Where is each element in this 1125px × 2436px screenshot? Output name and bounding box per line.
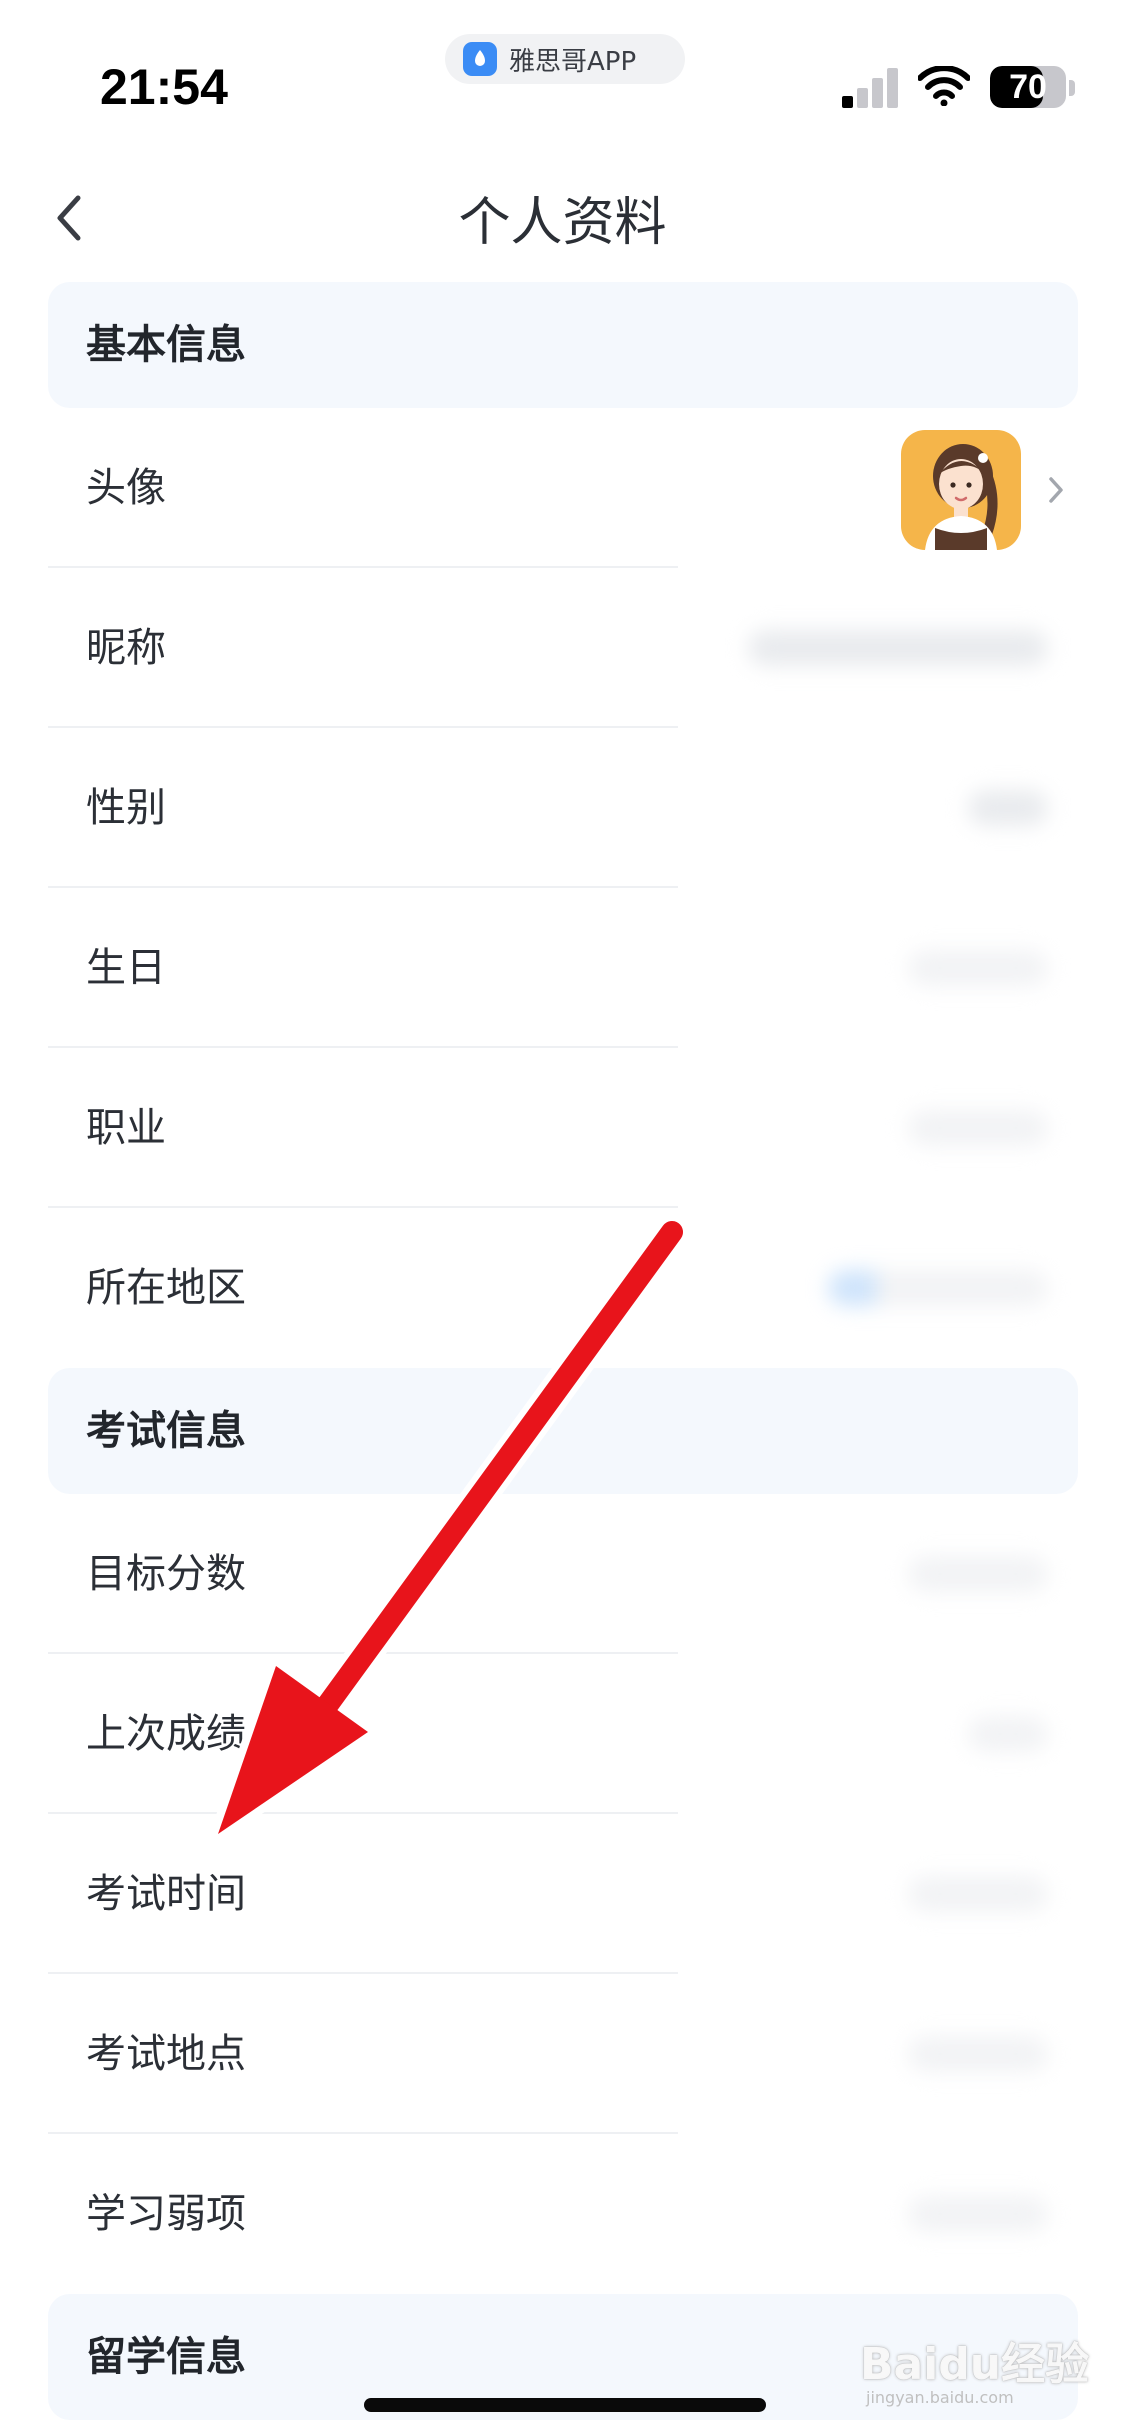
row-region[interactable]: 所在地区 (48, 1208, 1078, 1368)
row-gender[interactable]: 性别 (48, 728, 1078, 888)
row-label: 昵称 (86, 625, 166, 671)
battery-icon: 70 (990, 66, 1066, 108)
section-title: 基本信息 (86, 322, 246, 368)
row-label: 学习弱项 (86, 2191, 246, 2237)
section-title: 留学信息 (86, 2334, 246, 2380)
section-basic-info: 基本信息 (48, 282, 1078, 408)
row-target-score[interactable]: 目标分数 (48, 1494, 1078, 1654)
blurred-value (908, 2196, 1048, 2232)
row-last-score[interactable]: 上次成绩 (48, 1654, 1078, 1814)
watermark-logo: Baidu经验 (860, 2339, 1090, 2390)
avatar[interactable] (901, 430, 1021, 550)
status-time: 21:54 (100, 59, 228, 115)
row-label: 考试地点 (86, 2031, 246, 2077)
row-nickname[interactable]: 昵称 (48, 568, 1078, 728)
row-weak-item[interactable]: 学习弱项 (48, 2134, 1078, 2294)
row-label: 生日 (86, 945, 166, 991)
app-indicator-pill[interactable]: 雅思哥APP (445, 34, 685, 84)
blurred-value (748, 630, 1048, 666)
row-label: 目标分数 (86, 1551, 246, 1597)
blurred-value (968, 790, 1048, 826)
battery-percentage: 70 (1009, 67, 1047, 106)
watermark-url: jingyan.baidu.com (866, 2388, 1014, 2407)
blurred-value (908, 1110, 1048, 1146)
row-exam-time[interactable]: 考试时间 (48, 1814, 1078, 1974)
app-logo-icon (463, 42, 497, 76)
blurred-value (968, 1716, 1048, 1752)
row-label: 考试时间 (86, 1871, 246, 1917)
row-label: 职业 (86, 1105, 166, 1151)
row-birthday[interactable]: 生日 (48, 888, 1078, 1048)
chevron-right-icon (1049, 477, 1063, 503)
home-indicator[interactable] (364, 2398, 766, 2412)
row-exam-location[interactable]: 考试地点 (48, 1974, 1078, 2134)
blurred-value (908, 950, 1048, 986)
row-label: 头像 (86, 465, 166, 511)
section-exam-info: 考试信息 (48, 1368, 1078, 1494)
row-label: 性别 (86, 785, 166, 831)
blurred-value (828, 1270, 1048, 1306)
blurred-value (908, 2036, 1048, 2072)
row-label: 上次成绩 (86, 1711, 246, 1757)
cellular-signal-icon (842, 66, 900, 108)
battery-cap (1069, 80, 1075, 96)
section-title: 考试信息 (86, 1408, 246, 1454)
blurred-value (908, 1556, 1048, 1592)
wifi-icon (918, 66, 970, 106)
row-occupation[interactable]: 职业 (48, 1048, 1078, 1208)
blurred-value (908, 1876, 1048, 1912)
row-label: 所在地区 (86, 1265, 246, 1311)
page-title: 个人资料 (458, 193, 667, 253)
app-name: 雅思哥APP (509, 46, 637, 77)
